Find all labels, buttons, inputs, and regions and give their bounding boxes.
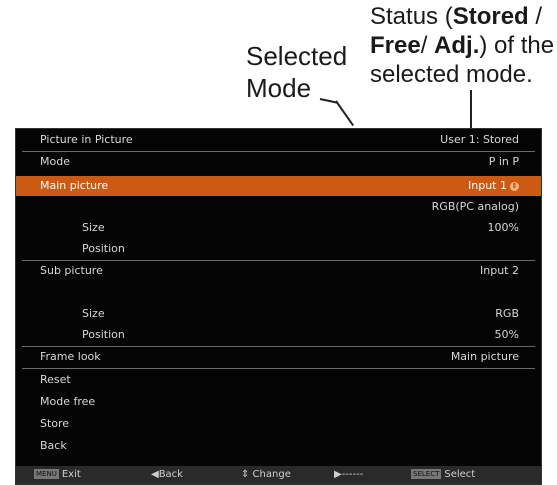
- main-picture-label: Main picture: [40, 179, 109, 192]
- sub-size-value: RGB: [495, 307, 519, 320]
- main-position-label: Position: [82, 242, 125, 255]
- sub-position-label: Position: [82, 328, 125, 341]
- main-source-row: RGB(PC analog): [16, 197, 541, 217]
- menu-item-sub-position[interactable]: Position 50%: [16, 325, 541, 345]
- main-size-label: Size: [82, 221, 105, 234]
- status-callout-slash2: /: [420, 32, 435, 59]
- footer-select-label: Select: [444, 469, 476, 480]
- reset-label: Reset: [40, 373, 71, 386]
- selected-mode-callout-line2: Mode: [246, 73, 312, 103]
- main-picture-value: Input 1: [468, 179, 507, 192]
- mode-free-label: Mode free: [40, 395, 96, 408]
- footer-next[interactable]: ▶------: [334, 466, 363, 484]
- mode-label: Mode: [40, 155, 70, 168]
- divider: [22, 368, 535, 369]
- menu-header: Picture in Picture User 1: Stored: [16, 130, 541, 150]
- main-source-value: RGB(PC analog): [431, 200, 519, 213]
- footer-select[interactable]: SELECT Select: [411, 466, 475, 484]
- status-callout-stored: Stored: [452, 3, 529, 30]
- osd-footer: MENU Exit ◀Back ⇕ Change ▶------ SELECT Se…: [16, 466, 541, 484]
- status-callout-line2: Free/ Adj.) of the: [370, 31, 557, 60]
- main-size-value: 100%: [487, 221, 519, 234]
- menu-item-back[interactable]: Back: [16, 436, 541, 456]
- menu-key-icon: MENU: [34, 469, 59, 479]
- menu-item-main-position[interactable]: Position: [16, 239, 541, 259]
- selected-mode-callout: Selected Mode: [246, 40, 366, 104]
- footer-exit[interactable]: MENU Exit: [34, 466, 81, 484]
- footer-exit-label: Exit: [61, 469, 81, 480]
- pip-osd-menu: Picture in Picture User 1: Stored Mode P…: [15, 128, 542, 485]
- menu-item-main-picture[interactable]: Main picture Input 1 ⇕: [16, 176, 541, 196]
- status-callout: Status (Stored / Free/ Adj.) of the sele…: [370, 2, 557, 89]
- status-callout-adj: Adj.: [434, 32, 480, 59]
- menu-item-main-size[interactable]: Size 100%: [16, 218, 541, 238]
- menu-item-mode-free[interactable]: Mode free: [16, 392, 541, 412]
- main-picture-value-wrap: Input 1 ⇕: [468, 176, 519, 196]
- mode-status: User 1: Stored: [440, 133, 519, 146]
- footer-change[interactable]: ⇕ Change: [241, 466, 291, 484]
- status-callout-line3: selected mode.: [370, 61, 533, 88]
- sub-picture-value: Input 2: [480, 264, 519, 277]
- back-label: Back: [40, 439, 67, 452]
- status-callout-suffix: ) of the: [479, 32, 555, 59]
- selected-mode-leader-line-2: [335, 100, 355, 127]
- sub-picture-label: Sub picture: [40, 264, 103, 277]
- selected-mode-callout-line1: Selected: [246, 41, 348, 71]
- status-callout-free: Free: [370, 32, 421, 59]
- store-label: Store: [40, 417, 70, 430]
- menu-item-reset[interactable]: Reset: [16, 370, 541, 390]
- frame-look-label: Frame look: [40, 350, 101, 363]
- status-callout-slash: /: [528, 3, 543, 30]
- select-key-icon: SELECT: [411, 469, 442, 479]
- sub-size-label: Size: [82, 307, 105, 320]
- sub-position-value: 50%: [494, 328, 519, 341]
- footer-back[interactable]: ◀Back: [151, 466, 183, 484]
- menu-item-frame-look[interactable]: Frame look Main picture: [16, 347, 541, 367]
- menu-item-mode[interactable]: Mode P in P: [16, 152, 541, 172]
- menu-title: Picture in Picture: [40, 133, 133, 146]
- menu-item-store[interactable]: Store: [16, 414, 541, 434]
- status-callout-prefix: Status (: [370, 3, 453, 30]
- status-callout-line1: Status (Stored /: [370, 2, 557, 31]
- menu-item-sub-size[interactable]: Size RGB: [16, 304, 541, 324]
- mode-value: P in P: [488, 155, 519, 168]
- menu-item-sub-picture[interactable]: Sub picture Input 2: [16, 261, 541, 281]
- frame-look-value: Main picture: [450, 350, 519, 363]
- up-down-spin-icon[interactable]: ⇕: [510, 181, 519, 191]
- status-leader-line: [470, 90, 472, 128]
